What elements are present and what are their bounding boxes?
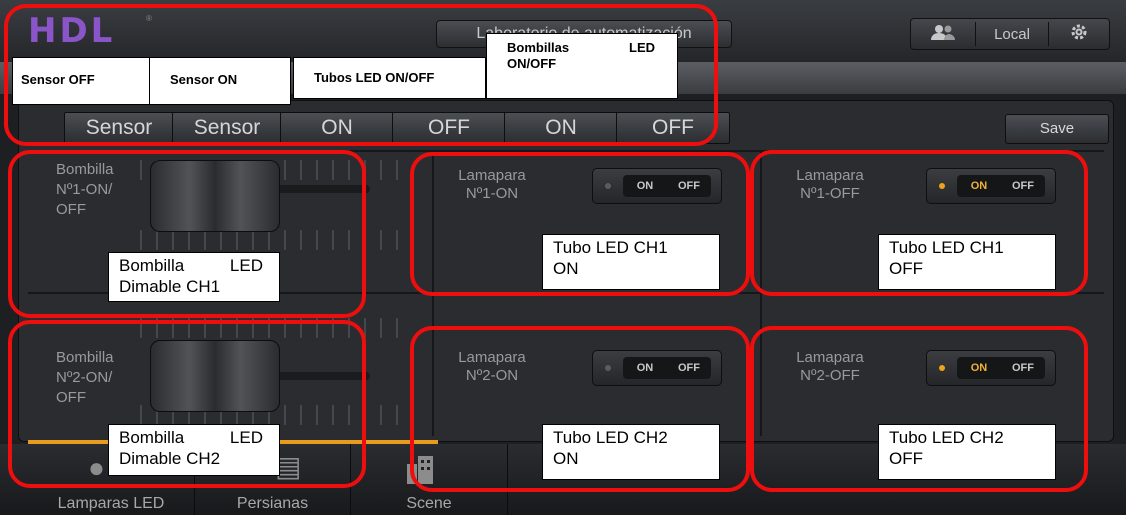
note-sensor-on: Sensor ON [149,57,291,105]
users-button[interactable] [911,19,975,49]
note-tubo-ch2-off: Tubo LED CH2 OFF [878,424,1056,480]
note-bombilla-ch1: Bombilla LED Dimable CH1 [108,252,280,302]
note-sensor-off: Sensor OFF [12,57,150,105]
local-button[interactable]: Local [976,19,1048,49]
note-bombillas-led: Bombillas LED ON/OFF [486,33,678,99]
settings-button[interactable] [1049,19,1109,49]
users-icon [931,24,955,44]
save-button[interactable]: Save [1005,114,1109,144]
note-tubo-ch1-off: Tubo LED CH1 OFF [878,234,1056,290]
note-tubo-ch2-on: Tubo LED CH2 ON [542,424,720,480]
note-bombilla-ch2: Bombilla LED Dimable CH2 [108,424,280,476]
note-tubo-ch1-on: Tubo LED CH1 ON [542,234,720,290]
gear-icon [1070,23,1088,45]
top-button-group: Local [910,18,1110,50]
note-tubos-led: Tubos LED ON/OFF [293,57,486,99]
